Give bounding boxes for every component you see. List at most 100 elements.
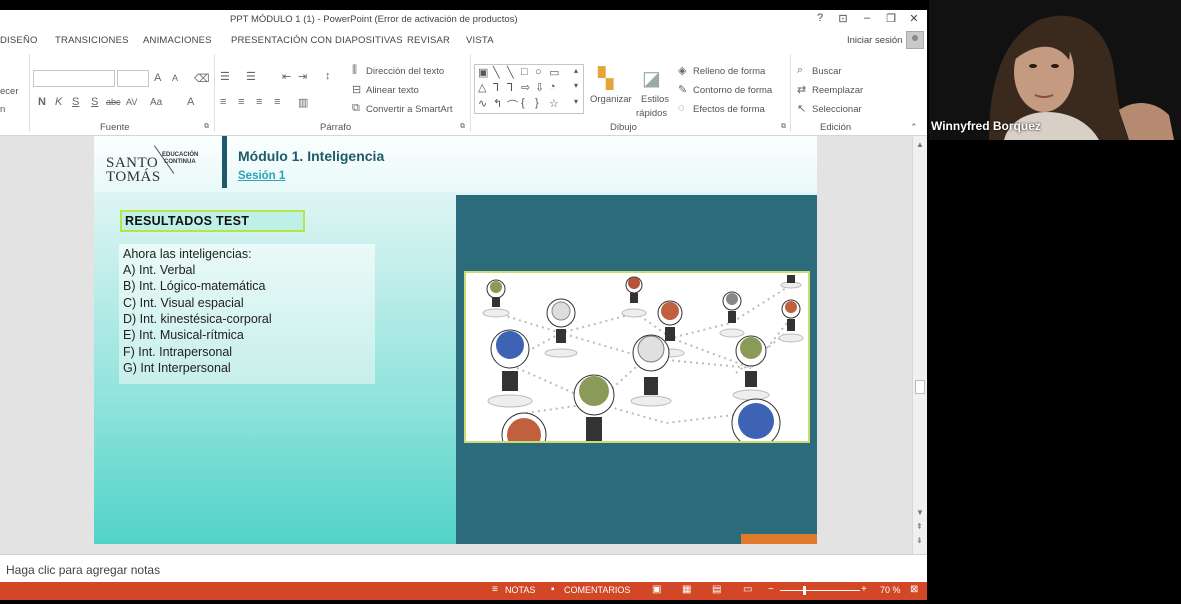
notes-pane[interactable]: Haga clic para agregar notas (0, 554, 927, 584)
scroll-down-icon[interactable]: ▼ (916, 508, 924, 517)
shape-effects-icon[interactable]: ◌ (678, 102, 685, 114)
paragraph-dialog-launcher-icon[interactable]: ⧉ (460, 123, 465, 131)
numbering-icon[interactable]: ☰ (246, 70, 256, 83)
font-name-combo[interactable] (33, 70, 115, 87)
tab-transitions[interactable]: TRANSICIONES (55, 35, 129, 46)
tab-animations[interactable]: ANIMACIONES (143, 35, 212, 46)
char-spacing-button[interactable]: AV (126, 97, 137, 107)
brain-lightbulbs-image[interactable] (464, 271, 810, 443)
restore-button[interactable]: ❐ (881, 12, 901, 25)
replace-icon[interactable]: ⇄ (797, 83, 806, 96)
smartart-icon[interactable]: ⧉ (352, 102, 360, 115)
shapes-gallery[interactable]: ▣ ╲ ╲ □ ○ ▭ △ ⅂ ⅂ ⇨ ⇩ ◔ ∿ ↰ ⌒ { } ☆ ▴ ▾ (474, 64, 584, 114)
help-button[interactable]: ? (810, 12, 830, 24)
select-icon[interactable]: ↖ (797, 102, 806, 115)
collapse-ribbon-icon[interactable]: ⌃ (910, 122, 918, 133)
align-left-icon[interactable]: ≡ (220, 96, 226, 108)
bold-button[interactable]: N (38, 96, 46, 108)
increase-indent-icon[interactable]: ⇥ (298, 70, 307, 83)
quick-styles-button-line2[interactable]: rápidos (636, 108, 667, 119)
intelligences-list[interactable]: Ahora las inteligencias: A) Int. Verbal … (119, 244, 375, 384)
find-icon[interactable]: ⌕ (797, 64, 803, 77)
decrease-indent-icon[interactable]: ⇤ (282, 70, 291, 83)
clipboard-partial-label-2[interactable]: n (0, 104, 5, 115)
font-dialog-launcher-icon[interactable]: ⧉ (204, 123, 209, 131)
text-direction-button[interactable]: Dirección del texto (366, 66, 444, 77)
shape-outline-button[interactable]: Contorno de forma (693, 85, 772, 96)
notes-icon[interactable]: ≡ (492, 584, 498, 595)
list-item: C) Int. Visual espacial (123, 296, 244, 310)
zoom-in-icon[interactable]: + (861, 584, 867, 595)
tab-review[interactable]: REVISAR (407, 35, 450, 46)
quick-styles-icon[interactable]: ◪ (642, 66, 661, 91)
underline-button[interactable]: S (72, 96, 79, 108)
comments-icon[interactable]: ▪ (551, 584, 555, 595)
participant-name: Winnyfred Borquez (931, 119, 1041, 133)
drawing-dialog-launcher-icon[interactable]: ⧉ (781, 123, 786, 131)
sign-in-link[interactable]: Iniciar sesión (847, 35, 902, 46)
scroll-up-icon[interactable]: ▲ (916, 140, 924, 149)
line-spacing-icon[interactable]: ↕ (325, 70, 331, 82)
convert-smartart-button[interactable]: Convertir a SmartArt (366, 104, 453, 115)
next-slide-icon[interactable]: ⇟ (916, 536, 923, 545)
notes-button[interactable]: NOTAS (505, 585, 535, 595)
tab-slideshow[interactable]: PRESENTACIÓN CON DIAPOSITIVAS (231, 35, 403, 46)
align-center-icon[interactable]: ≡ (238, 96, 244, 108)
vertical-scrollbar[interactable]: ▲ ▼ ⇞ ⇟ (912, 136, 927, 554)
strikethrough-button[interactable]: abc (106, 97, 121, 107)
ribbon-display-options-button[interactable]: ⊡ (833, 12, 853, 25)
text-direction-icon[interactable]: ⫼ (352, 64, 357, 77)
quick-styles-button[interactable]: Estilos (641, 94, 669, 105)
grow-font-icon[interactable]: A (154, 72, 161, 84)
find-button[interactable]: Buscar (812, 66, 842, 77)
slideshow-icon[interactable]: ▭ (743, 584, 752, 595)
font-size-combo[interactable] (117, 70, 149, 87)
align-text-icon[interactable]: ⊟ (352, 83, 361, 96)
bullets-icon[interactable]: ☰ (220, 70, 230, 83)
replace-button[interactable]: Reemplazar (812, 85, 863, 96)
organize-button[interactable]: Organizar (590, 94, 632, 105)
comments-button[interactable]: COMENTARIOS (564, 585, 630, 595)
zoom-slider-thumb[interactable] (803, 586, 806, 595)
select-button[interactable]: Seleccionar (812, 104, 862, 115)
tab-design[interactable]: DISEÑO (0, 35, 38, 46)
close-button[interactable]: ✕ (904, 12, 924, 25)
normal-view-icon[interactable]: ▣ (652, 584, 661, 595)
justify-icon[interactable]: ≡ (274, 96, 280, 108)
module-title: Módulo 1. Inteligencia (238, 148, 385, 164)
columns-icon[interactable]: ▥ (298, 96, 308, 109)
previous-slide-icon[interactable]: ⇞ (916, 522, 923, 531)
slide-sorter-icon[interactable]: ▦ (682, 584, 691, 595)
tab-view[interactable]: VISTA (466, 35, 494, 46)
gallery-scroll-up-icon: ▴ (574, 66, 579, 75)
user-avatar-icon[interactable] (906, 31, 924, 49)
shape-outline-icon[interactable]: ✎ (678, 83, 687, 96)
align-right-icon[interactable]: ≡ (256, 96, 262, 108)
minimize-button[interactable]: – (857, 12, 877, 24)
shrink-font-icon[interactable]: A (172, 73, 178, 83)
align-text-button[interactable]: Alinear texto (366, 85, 419, 96)
title-bar: PPT MÓDULO 1 (1) - PowerPoint (Error de … (0, 10, 927, 30)
shape-fill-button[interactable]: Relleno de forma (693, 66, 765, 77)
zoom-slider[interactable] (780, 590, 860, 591)
zoom-level[interactable]: 70 % (880, 585, 901, 595)
fit-slide-icon[interactable]: ⊠ (910, 584, 918, 595)
clear-format-icon[interactable]: ⌫ (194, 72, 210, 85)
session-link[interactable]: Sesión 1 (238, 170, 285, 182)
clipboard-partial-label[interactable]: ecer (0, 86, 18, 97)
italic-button[interactable]: K (55, 96, 62, 108)
change-case-button[interactable]: Aa (150, 97, 162, 108)
zoom-out-icon[interactable]: − (768, 584, 774, 595)
slide[interactable]: SANTO TOMÁS EDUCACIÓN CONTINUA Módulo 1.… (94, 136, 817, 544)
reading-view-icon[interactable]: ▤ (712, 584, 721, 595)
results-heading-box[interactable]: RESULTADOS TEST (120, 210, 305, 232)
shadow-button[interactable]: S (91, 96, 98, 108)
shape-fill-icon[interactable]: ◈ (678, 64, 686, 77)
scrollbar-thumb[interactable] (915, 380, 925, 394)
list-item: B) Int. Lógico-matemática (123, 279, 266, 293)
organize-icon[interactable]: ▚ (598, 66, 613, 91)
font-color-button[interactable]: A (187, 96, 194, 108)
shape-effects-button[interactable]: Efectos de forma (693, 104, 765, 115)
slide-header (94, 136, 817, 192)
logo-line-1: SANTO (106, 155, 159, 171)
